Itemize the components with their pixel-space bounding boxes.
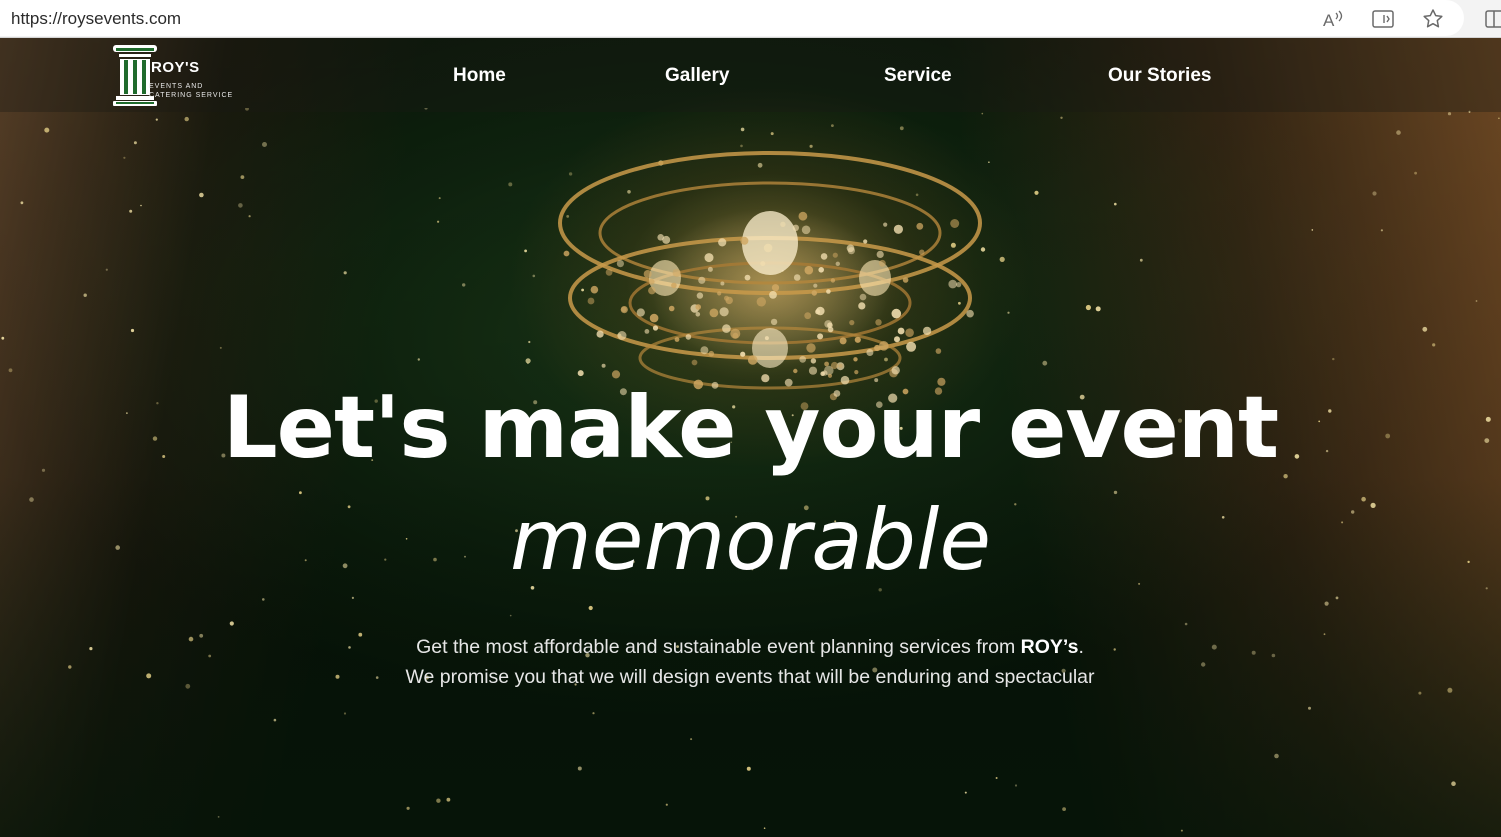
split-screen-icon[interactable] [1484,7,1501,31]
immersive-reader-icon[interactable] [1371,7,1395,31]
read-aloud-icon[interactable]: A [1321,7,1345,31]
hero-description: Get the most affordable and sustainable … [400,632,1100,692]
hero-description-intro: Get the most affordable and sustainable … [416,636,1016,658]
site-navbar: ROY'S EVENTS AND CATERING SERVICE Home G… [0,38,1501,112]
hero-headline-emphasis: memorable [509,491,992,589]
nav-home[interactable]: Home [453,65,506,87]
nav-our-stories[interactable]: Our Stories [1108,65,1211,87]
hero-description-brand: ROY’s [1020,636,1079,658]
logo-name: ROY'S [151,59,200,76]
logo-tagline: EVENTS AND CATERING SERVICE [149,83,234,99]
address-bar-url[interactable]: https://roysevents.com [11,9,181,29]
site-logo[interactable]: ROY'S EVENTS AND CATERING SERVICE [111,44,251,108]
hero-section: Let's make your event memorable Get the … [0,38,1501,837]
address-bar[interactable]: https://roysevents.com [0,0,1464,36]
nav-gallery[interactable]: Gallery [665,65,729,87]
hero-page: ROY'S EVENTS AND CATERING SERVICE Home G… [0,38,1501,837]
browser-toolbar: https://roysevents.com A [0,0,1501,38]
favorite-star-icon[interactable] [1421,7,1445,31]
nav-service[interactable]: Service [884,65,952,87]
hero-headline: Let's make your event [222,378,1279,478]
svg-text:A: A [1323,11,1335,30]
